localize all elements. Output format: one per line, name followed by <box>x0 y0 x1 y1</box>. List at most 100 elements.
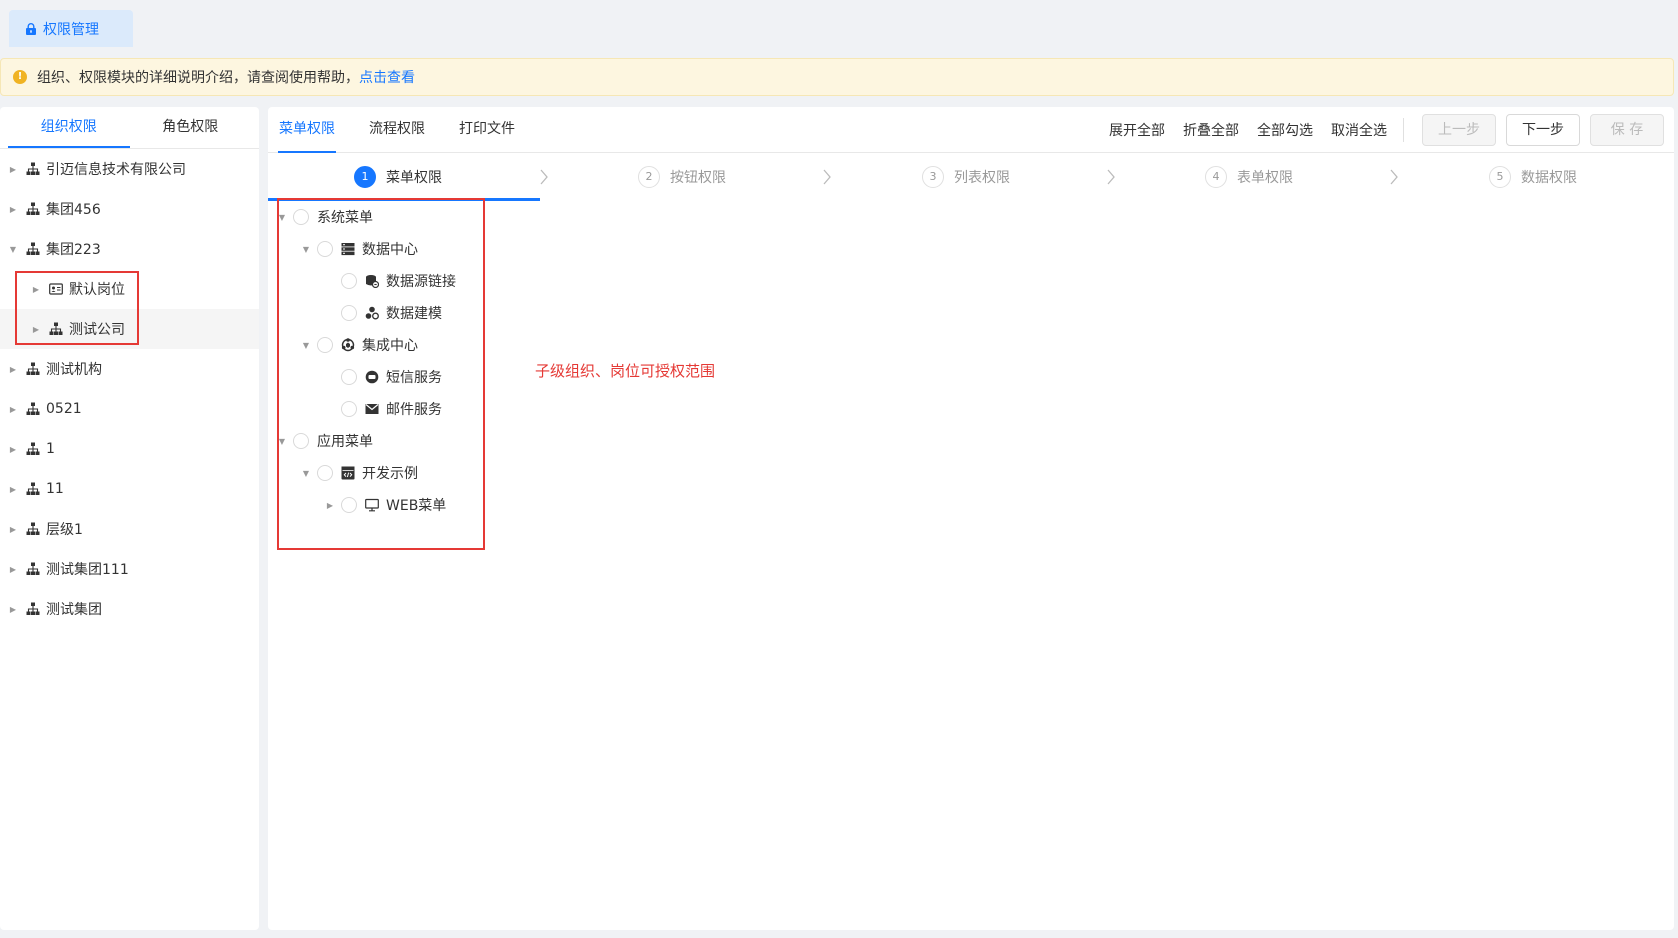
org-tree-node[interactable]: ▶ 0521 <box>0 389 259 429</box>
tab-menu-permission[interactable]: 菜单权限 <box>278 107 336 153</box>
org-tree-node[interactable]: ▶ 测试机构 <box>0 349 259 389</box>
menu-tree-node[interactable]: 数据建模 <box>325 298 442 328</box>
caret-right-icon[interactable]: ▶ <box>325 501 335 510</box>
menu-tree-node[interactable]: ▼ 开发示例 <box>301 458 418 488</box>
menu-tree-node[interactable]: 短信服务 <box>325 362 442 392</box>
step-button-permission[interactable]: 2 按钮权限 <box>638 153 726 201</box>
menu-checkbox[interactable] <box>341 401 357 417</box>
org-tree-label: 测试公司 <box>69 322 125 338</box>
org-tree-node[interactable]: ▶ 11 <box>0 469 259 509</box>
mail-icon <box>365 402 379 416</box>
org-tree-label: 默认岗位 <box>69 282 125 298</box>
tab-print-file[interactable]: 打印文件 <box>458 107 516 153</box>
org-tree-node[interactable]: ▶ 测试集团 <box>0 589 259 629</box>
step-list-permission[interactable]: 3 列表权限 <box>922 153 1010 201</box>
org-tree-node[interactable]: ▶ 1 <box>0 429 259 469</box>
org-tree-label: 0521 <box>46 401 82 417</box>
collapse-all-button[interactable]: 折叠全部 <box>1183 120 1239 140</box>
step-label: 表单权限 <box>1237 170 1293 186</box>
permission-panel: 菜单权限 流程权限 打印文件 展开全部 折叠全部 全部勾选 取消全选 上一步 下… <box>268 107 1674 930</box>
notice-text: 组织、权限模块的详细说明介绍，请查阅使用帮助， <box>37 70 359 86</box>
expand-all-button[interactable]: 展开全部 <box>1109 120 1165 140</box>
sms-icon <box>365 370 379 384</box>
step-form-permission[interactable]: 4 表单权限 <box>1205 153 1293 201</box>
tab-org-permission[interactable]: 组织权限 <box>8 107 130 148</box>
caret-right-icon[interactable]: ▶ <box>6 205 20 214</box>
caret-down-icon[interactable]: ▼ <box>6 245 20 254</box>
org-tree-node[interactable]: ▶ 引迈信息技术有限公司 <box>0 149 259 189</box>
tab-role-permission[interactable]: 角色权限 <box>130 107 252 148</box>
org-tree-label: 层级1 <box>46 522 83 538</box>
menu-tree-node[interactable]: 数据源链接 <box>325 266 456 296</box>
top-tab-bar: 权限管理 <box>0 0 1678 50</box>
step-label: 列表权限 <box>954 170 1010 186</box>
org-tree-node[interactable]: ▶ 集团456 <box>0 189 259 229</box>
tab-permission-management[interactable]: 权限管理 <box>9 10 133 47</box>
menu-tree-node[interactable]: ▶ WEB菜单 <box>325 490 446 520</box>
menu-tree-node[interactable]: ▼ 数据中心 <box>301 234 418 264</box>
caret-down-icon[interactable]: ▼ <box>301 469 311 478</box>
caret-right-icon[interactable]: ▶ <box>6 165 20 174</box>
org-tree-label: 1 <box>46 441 55 457</box>
menu-tree-node[interactable]: ▼ 系统菜单 <box>277 202 373 232</box>
menu-checkbox[interactable] <box>317 241 333 257</box>
menu-checkbox[interactable] <box>317 337 333 353</box>
step-data-permission[interactable]: 5 数据权限 <box>1489 153 1577 201</box>
menu-tree-node[interactable]: ▼ 应用菜单 <box>277 426 373 456</box>
menu-tree-label: 数据源链接 <box>386 274 456 290</box>
database-icon <box>341 242 355 256</box>
select-all-button[interactable]: 全部勾选 <box>1257 120 1313 140</box>
org-tree-node[interactable]: ▼ 集团223 <box>0 229 259 269</box>
org-tree: ▶ 引迈信息技术有限公司 ▶ 集团456 ▼ 集团223 ▶ 默认岗位 ▶ 测试公司 ▶ 测试机构 ▶ 0… <box>0 149 259 629</box>
model-icon <box>365 306 379 320</box>
caret-right-icon[interactable]: ▶ <box>6 525 20 534</box>
org-tree-node[interactable]: ▶ 层级1 <box>0 509 259 549</box>
caret-down-icon[interactable]: ▼ <box>277 213 287 222</box>
caret-right-icon[interactable]: ▶ <box>29 285 43 294</box>
menu-tree-label: 系统菜单 <box>317 210 373 226</box>
menu-tree-label: 数据建模 <box>386 306 442 322</box>
org-tree-node[interactable]: ▶ 默认岗位 <box>0 269 259 309</box>
caret-right-icon[interactable]: ▶ <box>6 605 20 614</box>
org-tree-node[interactable]: ▶ 测试公司 <box>0 309 259 349</box>
menu-checkbox[interactable] <box>341 305 357 321</box>
caret-right-icon[interactable]: ▶ <box>29 325 43 334</box>
menu-checkbox[interactable] <box>341 273 357 289</box>
org-icon <box>26 402 40 416</box>
org-icon <box>26 162 40 176</box>
tab-flow-permission[interactable]: 流程权限 <box>368 107 426 153</box>
tab-label: 权限管理 <box>43 21 99 38</box>
org-tree-label: 集团456 <box>46 202 101 218</box>
caret-right-icon[interactable]: ▶ <box>6 445 20 454</box>
step-number: 5 <box>1489 166 1511 188</box>
menu-tree-label: 数据中心 <box>362 242 418 258</box>
caret-right-icon[interactable]: ▶ <box>6 485 20 494</box>
next-step-button[interactable]: 下一步 <box>1506 114 1580 146</box>
help-notice: ! 组织、权限模块的详细说明介绍，请查阅使用帮助， 点击查看 <box>0 58 1674 96</box>
menu-checkbox[interactable] <box>293 209 309 225</box>
org-icon <box>26 242 40 256</box>
menu-checkbox[interactable] <box>317 465 333 481</box>
caret-down-icon[interactable]: ▼ <box>301 245 311 254</box>
caret-down-icon[interactable]: ▼ <box>301 341 311 350</box>
caret-right-icon[interactable]: ▶ <box>6 565 20 574</box>
chevron-right-icon <box>1390 169 1398 185</box>
menu-checkbox[interactable] <box>293 433 309 449</box>
caret-right-icon[interactable]: ▶ <box>6 365 20 374</box>
caret-down-icon[interactable]: ▼ <box>277 437 287 446</box>
step-menu-permission[interactable]: 1 菜单权限 <box>354 153 442 201</box>
menu-checkbox[interactable] <box>341 497 357 513</box>
org-tree-node[interactable]: ▶ 测试集团111 <box>0 549 259 589</box>
help-link[interactable]: 点击查看 <box>359 67 415 87</box>
menu-checkbox[interactable] <box>341 369 357 385</box>
deselect-all-button[interactable]: 取消全选 <box>1331 120 1387 140</box>
code-icon <box>341 466 355 480</box>
step-label: 菜单权限 <box>386 170 442 186</box>
menu-tree-node[interactable]: ▼ 集成中心 <box>301 330 418 360</box>
prev-step-button[interactable]: 上一步 <box>1422 114 1496 146</box>
menu-tree-node[interactable]: 邮件服务 <box>325 394 442 424</box>
permission-header: 菜单权限 流程权限 打印文件 展开全部 折叠全部 全部勾选 取消全选 上一步 下… <box>268 107 1674 153</box>
steps-bar: 1 菜单权限 2 按钮权限 3 列表权限 4 表单权限 5 数据权限 <box>268 153 1674 201</box>
save-button[interactable]: 保 存 <box>1590 114 1664 146</box>
caret-right-icon[interactable]: ▶ <box>6 405 20 414</box>
